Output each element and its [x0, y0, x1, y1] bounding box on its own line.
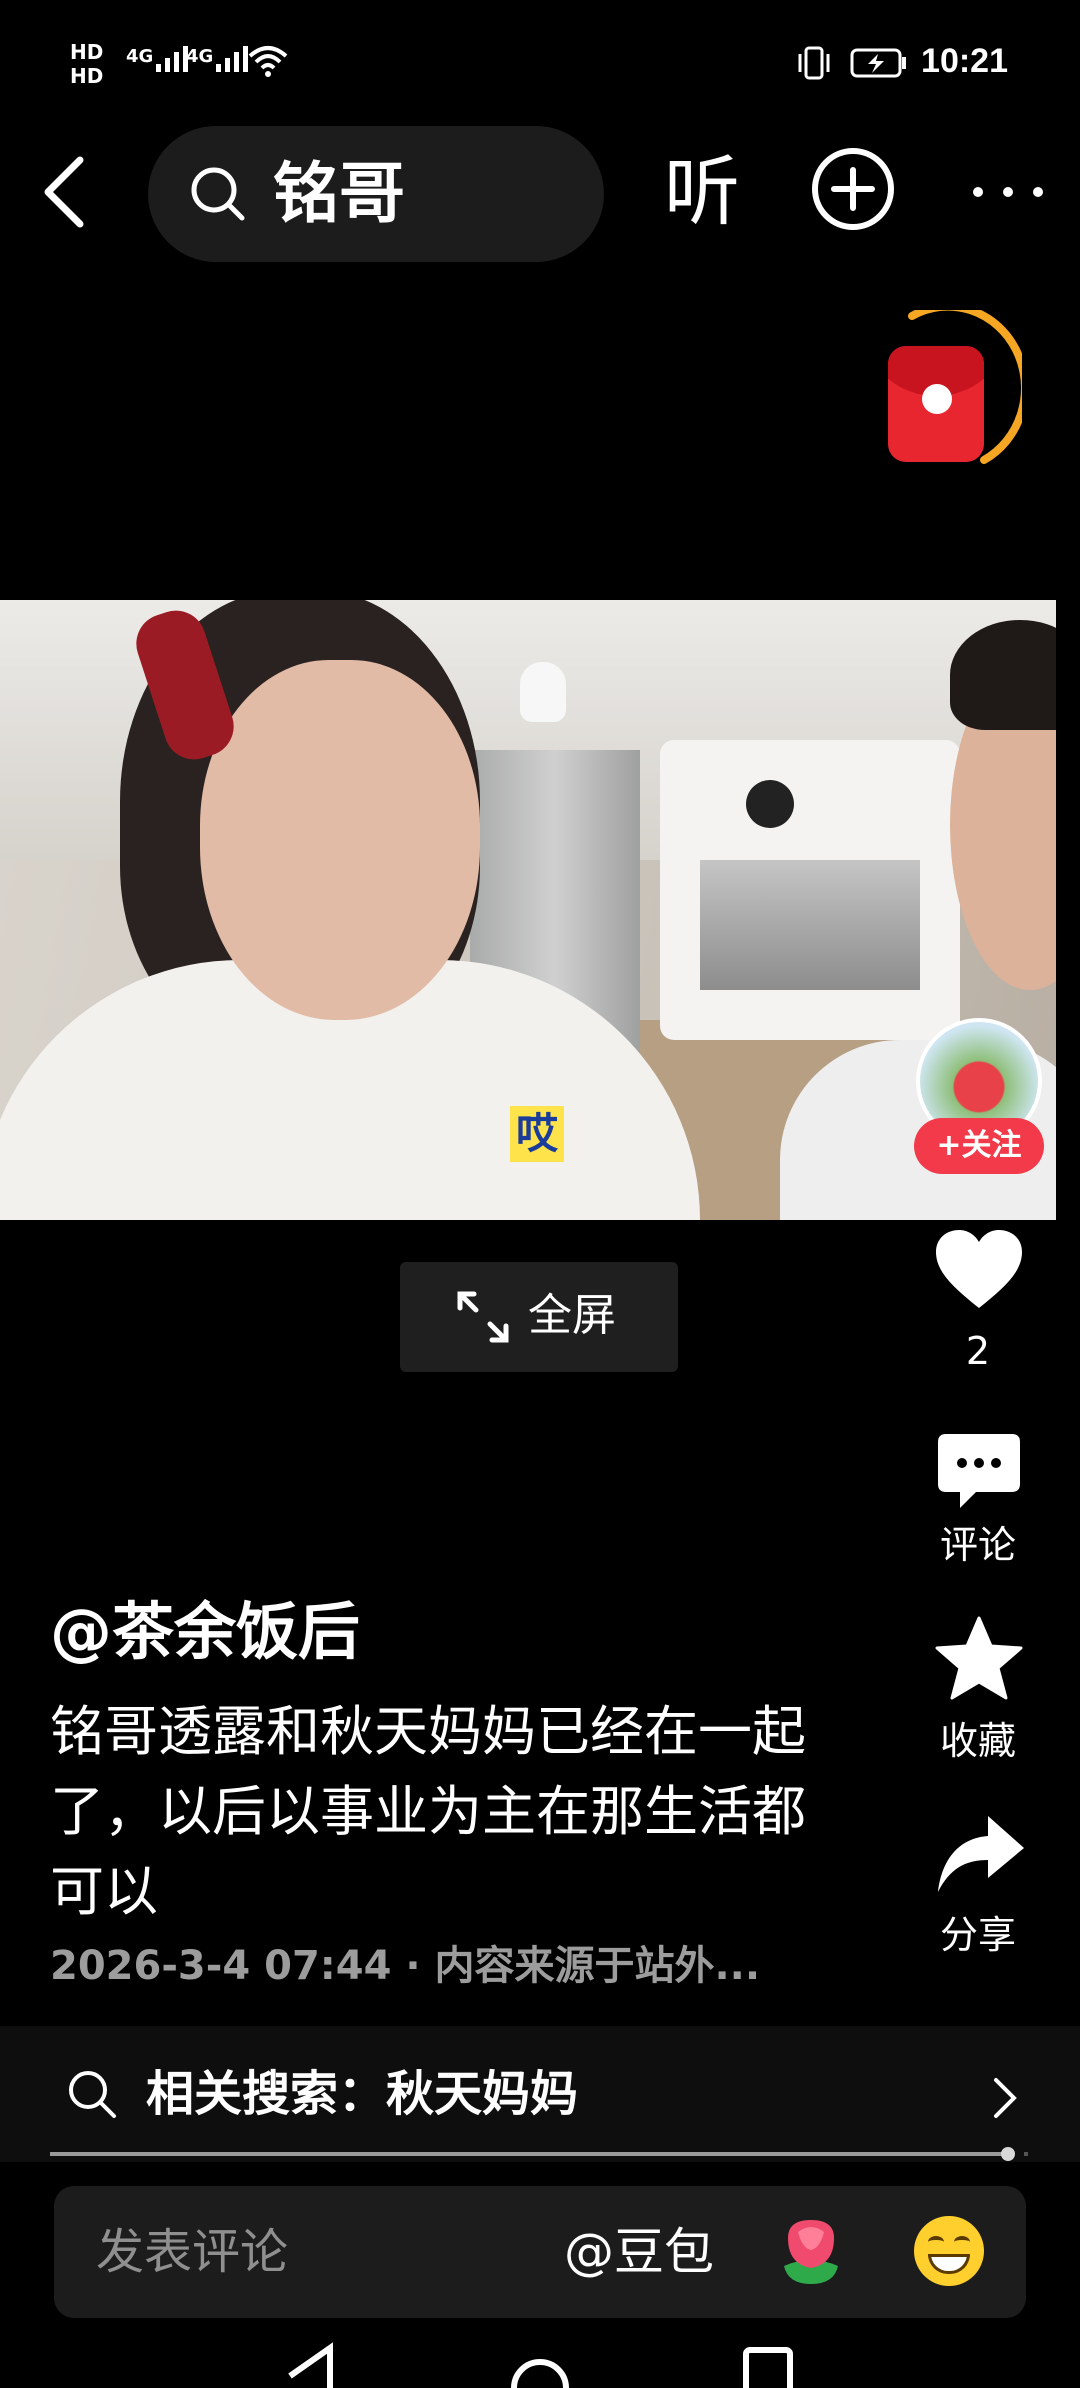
video-subtitle: 哎 — [510, 1106, 565, 1162]
plus-circle-icon[interactable] — [812, 148, 894, 230]
post-meta: 2026-3-4 07:44 · 内容来源于站外... — [50, 1943, 761, 1989]
red-envelope-icon[interactable] — [888, 346, 984, 462]
search-icon — [191, 167, 245, 221]
collect-label[interactable]: 收藏 — [888, 1718, 1068, 1764]
fullscreen-label: 全屏 — [528, 1290, 616, 1341]
share-label[interactable]: 分享 — [888, 1912, 1068, 1958]
system-nav-bar — [288, 2342, 793, 2388]
nav-back-icon — [288, 2342, 333, 2388]
signal-icon — [216, 46, 248, 72]
nav-home-icon — [511, 2359, 569, 2388]
battery-charging-icon — [850, 48, 906, 78]
share-arrow-icon[interactable] — [936, 1814, 1026, 1896]
like-heart-icon[interactable] — [934, 1228, 1024, 1312]
grin-emoji-icon[interactable] — [914, 2216, 984, 2286]
follow-button[interactable]: +关注 — [914, 1118, 1044, 1174]
back-icon[interactable] — [34, 152, 94, 232]
listen-button[interactable]: 听 — [664, 150, 740, 234]
fullscreen-button[interactable]: 全屏 — [400, 1262, 678, 1372]
status-bar: HD HD 4G 4G 10:21 — [0, 0, 1080, 130]
progress-knob[interactable] — [1001, 2147, 1015, 2161]
video-progress-bar[interactable] — [50, 2147, 1028, 2161]
like-count: 2 — [965, 1329, 991, 1373]
rose-emoji-icon[interactable] — [774, 2214, 848, 2288]
vibrate-icon — [798, 46, 830, 80]
search-box[interactable]: 铭哥 — [148, 126, 604, 262]
comment-label[interactable]: 评论 — [888, 1522, 1068, 1568]
clock: 10:21 — [921, 42, 1008, 80]
related-search-bar[interactable]: 相关搜索：秋天妈妈 — [0, 2026, 1080, 2162]
hd1-label: HD — [70, 40, 104, 64]
nav-recents-icon — [743, 2347, 793, 2388]
comment-icon[interactable] — [936, 1432, 1022, 1512]
signal-icon — [156, 46, 188, 72]
sim1-network-label: 4G — [126, 46, 154, 67]
sim2-network-label: 4G — [186, 46, 214, 67]
mention-doubao-button[interactable]: @豆包 — [564, 2222, 714, 2282]
progress-fill — [50, 2152, 1008, 2156]
comment-input-bar[interactable]: 发表评论 @豆包 — [54, 2186, 1026, 2318]
comment-input[interactable]: 发表评论 — [96, 2222, 288, 2282]
search-query: 铭哥 — [273, 155, 405, 232]
chevron-right-icon — [994, 2078, 1017, 2118]
search-icon — [69, 2071, 116, 2118]
video-description: 铭哥透露和秋天妈妈已经在一起了，以后以事业为主在那生活都可以 — [50, 1700, 806, 1923]
related-search-text: 相关搜索：秋天妈妈 — [146, 2066, 579, 2122]
star-icon[interactable] — [934, 1616, 1024, 1702]
author-name[interactable]: @茶余饭后 — [50, 1594, 360, 1670]
hd2-label: HD — [70, 64, 104, 88]
expand-icon — [457, 1291, 509, 1343]
hd-indicator: HD HD — [70, 40, 103, 88]
video-player[interactable]: 哎 — [0, 600, 1056, 1220]
wifi-icon — [248, 46, 288, 77]
more-icon[interactable] — [968, 182, 1048, 202]
progress-gap — [1014, 2150, 1024, 2158]
